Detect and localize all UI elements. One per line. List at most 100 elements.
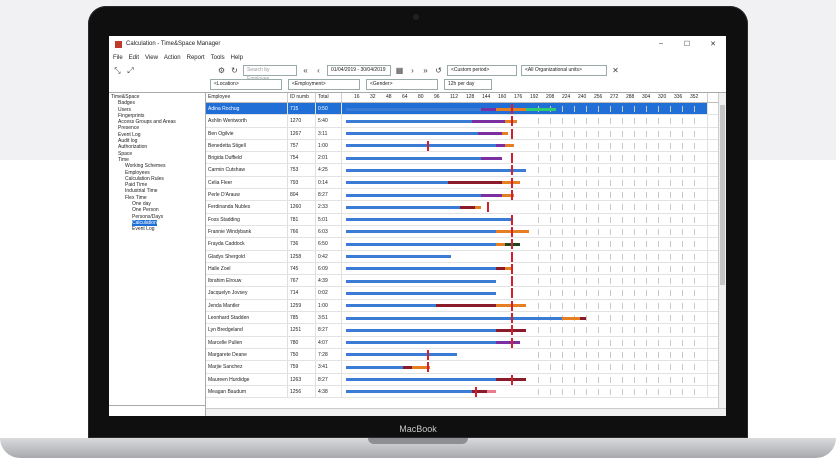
refresh-icon[interactable]: ↻ (230, 66, 239, 75)
timeline-tick (634, 364, 635, 371)
current-marker (475, 386, 477, 397)
timeline-tick (670, 118, 671, 125)
expand-icon[interactable]: ⤡ (113, 66, 122, 75)
table-row[interactable]: Frannie Windybank 766 6:03 (206, 225, 726, 239)
timeline-tick (658, 302, 659, 309)
timeline-tick (562, 192, 563, 199)
menu-item-view[interactable]: View (145, 55, 158, 61)
timeline-cell (342, 139, 708, 152)
settings-icon[interactable]: ⚙ (217, 66, 226, 75)
menu-item-help[interactable]: Help (231, 55, 243, 61)
timeline-tick (682, 241, 683, 248)
table-row[interactable]: Leonhard Stadden 785 3:51 (206, 312, 726, 325)
app-icon (115, 40, 122, 48)
org-units-select[interactable]: <All Organizational units> (521, 65, 607, 76)
prev-page-icon[interactable]: ‹ (314, 66, 323, 75)
table-row[interactable]: Lyn Bredgeland 1251 8:27 (206, 324, 726, 337)
menu-item-tools[interactable]: Tools (211, 55, 225, 61)
col-employee[interactable]: Employee (206, 93, 288, 102)
timeline-cell (342, 385, 708, 398)
col-total[interactable]: Total (316, 93, 342, 102)
table-row[interactable]: Marcelle Pullen 780 4:07 (206, 336, 726, 349)
table-row[interactable]: Ferdinanda Nubles 1260 2:33 (206, 201, 726, 214)
search-input[interactable]: Search by Employee (243, 65, 297, 82)
table-row[interactable]: Celia Fleer 793 0:14 (206, 176, 726, 190)
per-day-select[interactable]: 12h per day (444, 78, 492, 90)
table-row[interactable]: Benedetta Stigell 757 1:00 (206, 139, 726, 153)
id-cell: 753 (288, 164, 316, 176)
next-page-icon[interactable]: › (408, 66, 417, 75)
id-cell: 1251 (288, 324, 316, 336)
timeline-tick (574, 388, 575, 395)
time-bar (487, 390, 496, 394)
table-row[interactable]: Jacquelyn Jovsey 714 0:02 (206, 287, 726, 300)
timeline-tick (586, 302, 587, 309)
timeline-tick (610, 290, 611, 297)
timeline-tick (538, 228, 539, 235)
timeline-tick (670, 364, 671, 371)
menu-item-edit[interactable]: Edit (129, 55, 139, 61)
clear-filter-icon[interactable]: ✕ (611, 66, 620, 75)
timeline-tick (586, 364, 587, 371)
last-page-icon[interactable]: » (421, 66, 430, 75)
laptop-base (0, 438, 836, 458)
time-bar (346, 353, 457, 357)
close-button[interactable]: ✕ (700, 40, 726, 48)
timeline-tick (694, 241, 695, 248)
timeline-tick (658, 228, 659, 235)
table-row[interactable]: Jenda Mantler 1259 1:00 (206, 299, 726, 313)
maximize-button[interactable]: ☐ (674, 40, 700, 48)
table-row[interactable]: Margarete Deane 750 7:28 (206, 348, 726, 362)
location-select[interactable]: <Location> (210, 78, 282, 90)
timeline-tick (610, 204, 611, 211)
calendar-icon[interactable]: ▦ (395, 66, 404, 75)
table-row[interactable]: Meagan Baudum 1256 4:38 (206, 385, 726, 399)
timeline-tick (586, 155, 587, 162)
vertical-scrollbar[interactable] (718, 93, 726, 416)
minimize-button[interactable]: – (648, 40, 674, 48)
table-row[interactable]: Maureen Hurdidge 1263 8:27 (206, 373, 726, 386)
timeline-tick (634, 315, 635, 322)
timeline-tick (634, 204, 635, 211)
timeline-tick (574, 364, 575, 371)
gender-select[interactable]: <Gender> (366, 78, 438, 90)
table-row[interactable]: Frayda Caddock 736 6:50 (206, 238, 726, 251)
table-row[interactable]: Halle Zoel 745 6:09 (206, 262, 726, 276)
menu-item-file[interactable]: File (113, 55, 123, 61)
reset-icon[interactable]: ↺ (434, 66, 443, 75)
timeline-tick (622, 142, 623, 149)
main-area: Time&Space Badges Users Fingerprints Access … (109, 92, 726, 416)
table-row[interactable]: Brigida Duffield 754 2:01 (206, 152, 726, 165)
table-row[interactable]: Adina Rochug 715 0:50 (206, 103, 726, 116)
table-row[interactable]: Gladys Shergold 1258 0:42 (206, 250, 726, 263)
time-bar (481, 156, 502, 160)
table-row[interactable]: Ashlin Wentworth 1270 5:40 (206, 115, 726, 128)
menu-item-report[interactable]: Report (187, 55, 205, 61)
timeline-tick (550, 216, 551, 223)
col-id[interactable]: ID numb (288, 93, 316, 102)
first-page-icon[interactable]: « (301, 66, 310, 75)
col-timeline: 16 32 48 64 80 96 112 128 144 160 176 192 208 224 240 2… (342, 93, 708, 102)
tree-item-event-log[interactable]: Event Log (111, 226, 203, 232)
menu-item-action[interactable]: Action (164, 55, 181, 61)
table-row[interactable]: Ibrahim Elrouw 767 4:39 (206, 275, 726, 288)
timeline-tick (646, 265, 647, 272)
timeline-tick (658, 278, 659, 285)
horizontal-scrollbar[interactable] (206, 408, 726, 416)
employment-select[interactable]: <Employment> (288, 78, 360, 90)
table-row[interactable]: Marjie Sanchez 759 3:41 (206, 361, 726, 374)
timeline-tick (694, 315, 695, 322)
time-bar (403, 365, 412, 369)
date-range-field[interactable]: 01/04/2019 - 30/04/2019 (327, 65, 391, 76)
table-row[interactable]: Ben Ogilvie 1267 3:11 (206, 127, 726, 140)
timeline-tick (562, 265, 563, 272)
employee-name-cell: Ibrahim Elrouw (206, 275, 288, 287)
table-row[interactable]: Foss Stadding 781 5:01 (206, 213, 726, 226)
period-select[interactable]: <Custom period> (447, 65, 517, 76)
total-cell: 0:50 (316, 103, 342, 115)
timeline-tick (634, 278, 635, 285)
table-row[interactable]: Perle D'Arauw 804 8:27 (206, 189, 726, 202)
table-row[interactable]: Carmin Cutshaw 753 4:25 (206, 164, 726, 177)
collapse-icon[interactable]: ⤢ (126, 66, 135, 75)
scroll-thumb[interactable] (720, 105, 725, 285)
